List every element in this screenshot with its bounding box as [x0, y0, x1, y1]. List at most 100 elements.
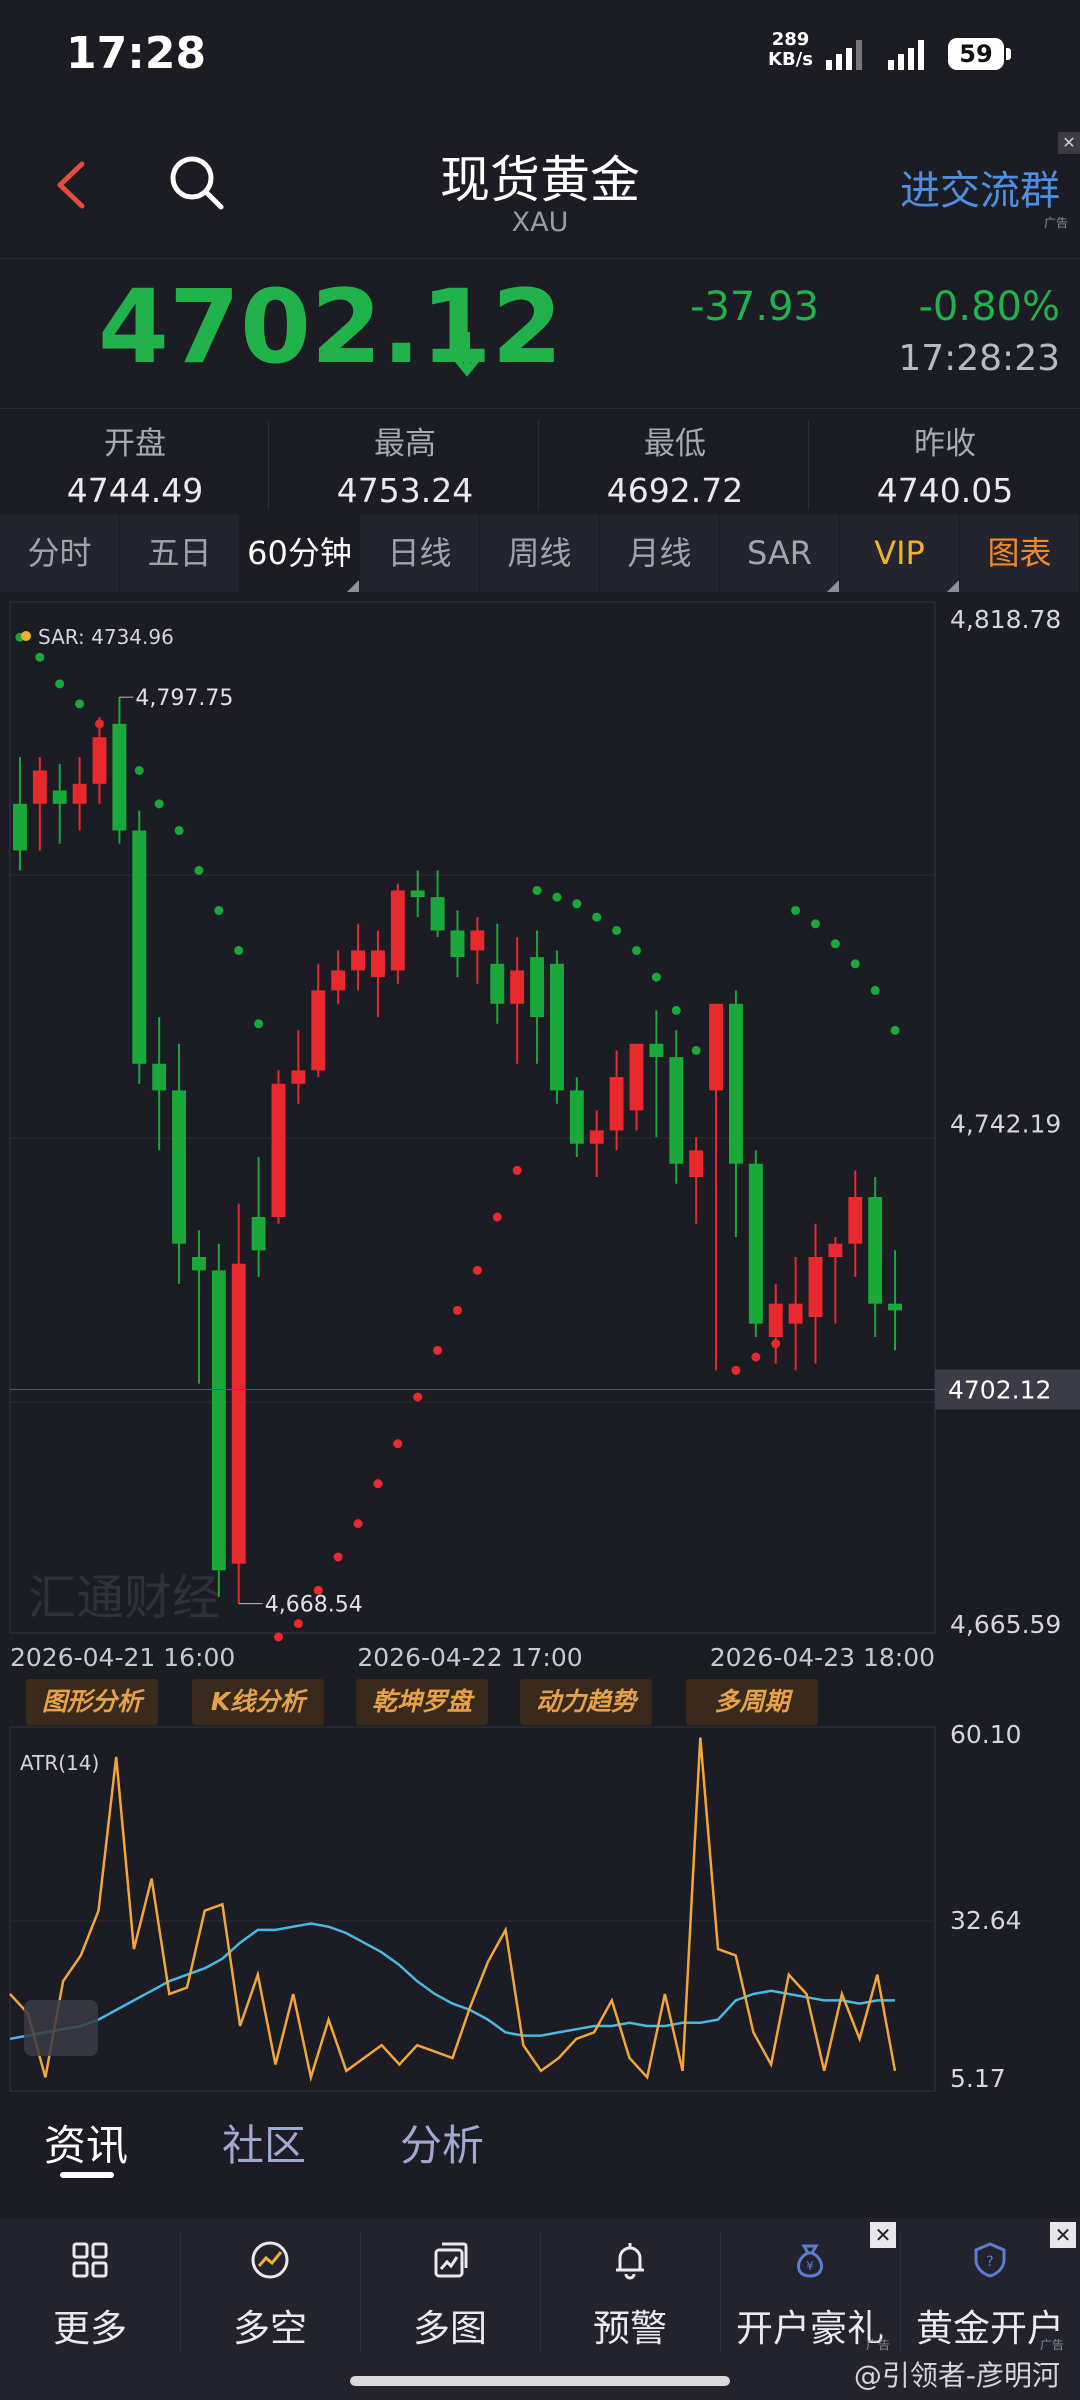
- nav-multi-chart[interactable]: 多图: [360, 2240, 540, 2352]
- candle-body: [450, 930, 465, 958]
- candle-body: [569, 1090, 584, 1144]
- atr-y-tick-label: 32.64: [950, 1906, 1022, 1935]
- tool-multi-period[interactable]: 多周期: [686, 1679, 818, 1725]
- sar-dot: [552, 892, 562, 902]
- candle-body: [32, 770, 47, 804]
- sar-dot: [572, 899, 582, 909]
- candle-body: [470, 930, 485, 951]
- sar-dot: [632, 945, 641, 955]
- money-bag-icon: ¥: [797, 2244, 823, 2278]
- stat-value: 4744.49: [66, 471, 204, 510]
- sar-dot: [433, 1345, 443, 1355]
- sar-dot: [453, 1305, 462, 1315]
- candle-body: [231, 1263, 246, 1564]
- candle-body: [848, 1197, 863, 1244]
- tab-news[interactable]: 资讯: [44, 2112, 128, 2173]
- candle-body: [430, 897, 445, 931]
- stat-label: 开盘: [104, 426, 166, 462]
- tab-monthly[interactable]: 月线: [600, 515, 720, 592]
- atr-label: ATR(14): [20, 1751, 99, 1775]
- divider: [268, 420, 269, 510]
- candle-body: [291, 1070, 306, 1084]
- tab-weekly[interactable]: 周线: [480, 515, 600, 592]
- candle-body: [530, 957, 545, 1018]
- nav-long-short[interactable]: 多空: [180, 2240, 360, 2352]
- tab-vip[interactable]: VIP: [840, 515, 960, 592]
- candle-body: [152, 1063, 167, 1091]
- home-indicator[interactable]: [350, 2376, 730, 2386]
- candle-body: [271, 1083, 286, 1218]
- close-icon[interactable]: ✕: [1058, 132, 1080, 154]
- nav-alert[interactable]: 预警: [540, 2240, 720, 2352]
- trend-circle-icon: [251, 2241, 289, 2279]
- candle-body: [549, 963, 564, 1091]
- tool-pattern-analysis[interactable]: 图形分析: [26, 1679, 158, 1725]
- tab-five-day[interactable]: 五日: [120, 515, 240, 592]
- candle-body: [331, 970, 346, 991]
- candle-body: [629, 1043, 644, 1111]
- divider: [0, 258, 1080, 259]
- signal-icon: [826, 40, 862, 70]
- tool-compass[interactable]: 乾坤罗盘: [356, 1679, 488, 1725]
- sar-dot: [671, 1005, 681, 1015]
- battery-icon: 59: [948, 38, 1004, 70]
- low-annotation: 4,668.54: [265, 1593, 363, 1618]
- stat-value: 4740.05: [876, 471, 1014, 510]
- tab-label: 60分钟: [247, 534, 352, 572]
- candle-body: [172, 1090, 187, 1244]
- active-tab-underline: [60, 2172, 114, 2178]
- candle-body: [72, 783, 87, 804]
- price-chart[interactable]: 汇通财经 4,818.78 4,742.19 4,665.59 SAR: 4734.9…: [0, 592, 1080, 2092]
- sar-dot: [811, 919, 820, 929]
- sar-dot: [651, 972, 661, 982]
- tool-momentum[interactable]: 动力趋势: [520, 1679, 652, 1725]
- tab-60min[interactable]: 60分钟: [240, 515, 360, 592]
- close-icon[interactable]: ✕: [870, 2222, 896, 2248]
- grid-icon: [72, 2242, 108, 2278]
- sar-dot: [751, 1352, 761, 1362]
- candle-body: [52, 790, 67, 804]
- x-tick-label: 2026-04-21 16:00: [10, 1643, 235, 1672]
- atr-series-line: [9, 1922, 895, 2041]
- tab-label: SAR: [746, 534, 813, 572]
- stat-open: 开盘 4744.49: [0, 418, 270, 510]
- atr-frame: [9, 1726, 936, 2092]
- candle-body: [709, 1003, 724, 1091]
- sar-legend-dot: [21, 631, 31, 641]
- chart-frame: [9, 601, 936, 1634]
- close-icon[interactable]: ✕: [1050, 2222, 1076, 2248]
- tab-daily[interactable]: 日线: [360, 515, 480, 592]
- candle-body: [788, 1303, 803, 1324]
- candle-body: [211, 1270, 226, 1571]
- atr-y-tick-label: 60.10: [950, 1720, 1022, 1749]
- sar-dot: [214, 905, 224, 915]
- status-bar: 17:28 289 KB/s 59: [0, 0, 1080, 110]
- candle-body: [510, 970, 525, 1004]
- candle-body: [410, 890, 425, 898]
- tab-community[interactable]: 社区: [222, 2112, 306, 2173]
- sar-dot: [293, 1619, 303, 1629]
- period-tabs: 分时 五日 60分钟 日线 周线 月线 SAR VIP 图表: [0, 515, 1080, 592]
- sar-dot: [870, 985, 880, 995]
- nav-more[interactable]: 更多: [0, 2240, 180, 2352]
- high-annotation: 4,797.75: [135, 686, 233, 711]
- stat-prev-close: 昨收 4740.05: [810, 418, 1080, 510]
- sar-dots: [15, 632, 900, 1642]
- main-grid: [9, 601, 936, 1634]
- sar-dot: [612, 925, 622, 935]
- svg-text:¥: ¥: [806, 2259, 814, 2273]
- candle-body: [728, 1003, 743, 1164]
- tab-sar[interactable]: SAR: [720, 515, 840, 592]
- sar-dot: [413, 1392, 423, 1402]
- stat-low: 最低 4692.72: [540, 418, 810, 510]
- sar-dot: [791, 905, 801, 915]
- tab-chart-settings[interactable]: 图表: [960, 515, 1080, 592]
- tab-timeshare[interactable]: 分时: [0, 515, 120, 592]
- net-speed: 289 KB/s: [768, 30, 813, 70]
- tool-kline-analysis[interactable]: K线分析: [192, 1679, 324, 1725]
- tab-analysis[interactable]: 分析: [400, 2112, 484, 2173]
- join-group-link[interactable]: 进交流群: [900, 158, 1060, 216]
- stat-value: 4753.24: [336, 471, 474, 510]
- stat-label: 最高: [374, 426, 436, 462]
- sar-dot: [731, 1365, 741, 1375]
